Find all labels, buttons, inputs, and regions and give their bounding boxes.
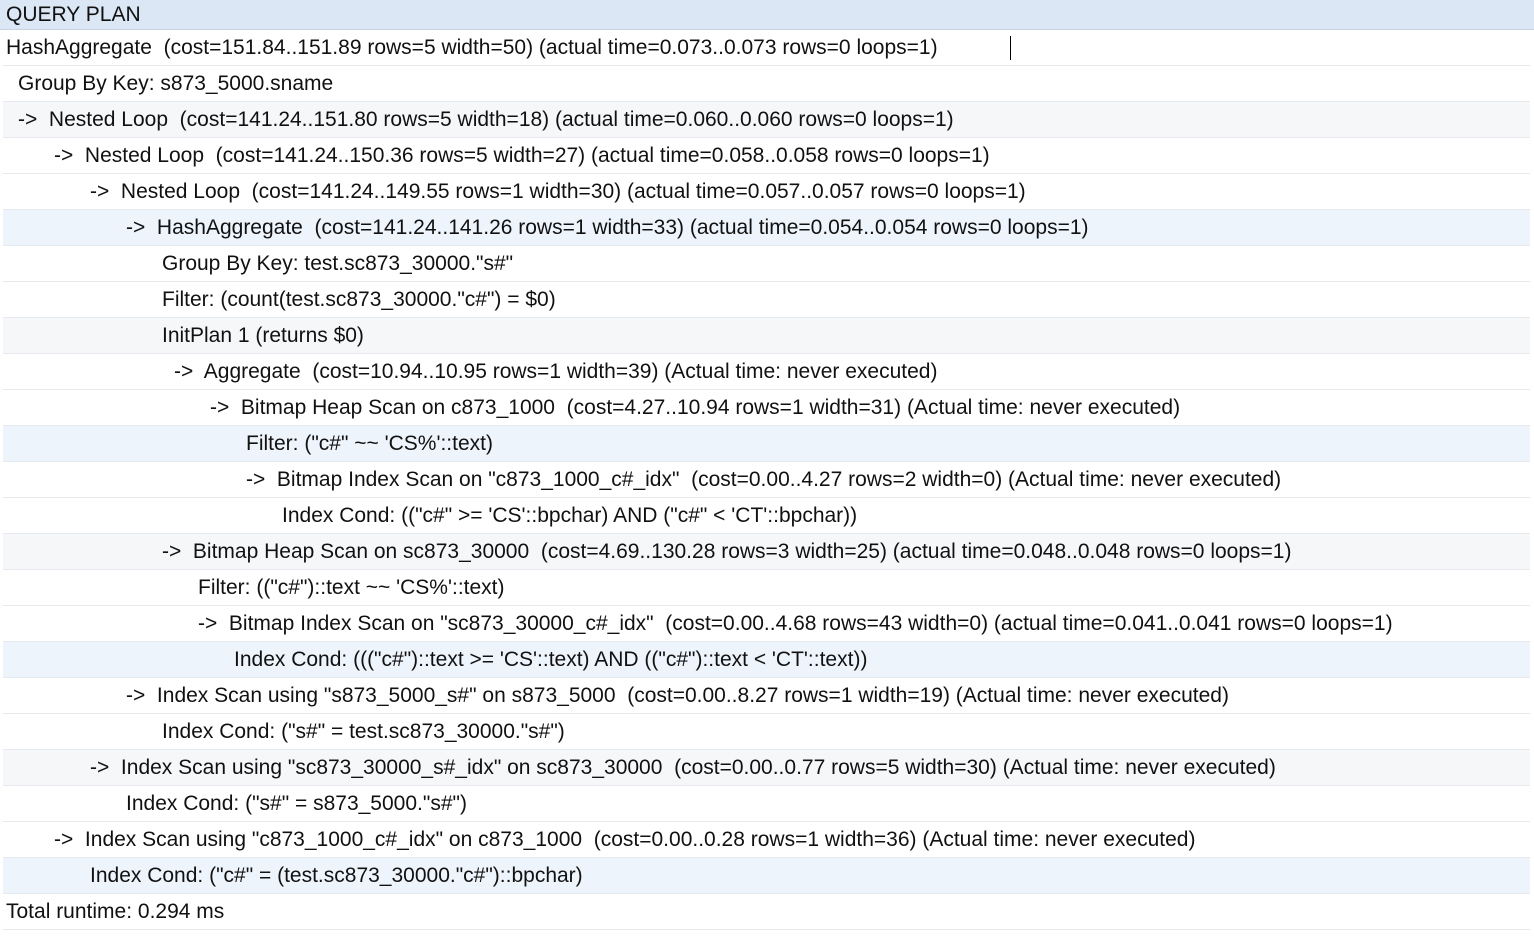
result-row[interactable]: Index Cond: ((("c#")::text >= 'CS'::text… <box>3 642 1530 678</box>
result-row[interactable]: InitPlan 1 (returns $0) <box>3 318 1530 354</box>
result-row[interactable]: -> Aggregate (cost=10.94..10.95 rows=1 w… <box>3 354 1530 390</box>
plan-line: -> Nested Loop (cost=141.24..149.55 rows… <box>90 180 1026 203</box>
result-row[interactable]: Group By Key: test.sc873_30000."s#" <box>3 246 1530 282</box>
result-row[interactable]: -> Index Scan using "c873_1000_c#_idx" o… <box>3 822 1530 858</box>
plan-line: Total runtime: 0.294 ms <box>6 900 225 923</box>
plan-line: -> Bitmap Index Scan on "sc873_30000_c#_… <box>198 612 1393 635</box>
plan-line: Index Cond: ("s#" = test.sc873_30000."s#… <box>162 720 565 743</box>
result-row[interactable]: -> Nested Loop (cost=141.24..151.80 rows… <box>3 102 1530 138</box>
query-plan-grid: QUERY PLAN HashAggregate (cost=151.84..1… <box>0 0 1534 936</box>
result-row[interactable]: -> Nested Loop (cost=141.24..150.36 rows… <box>3 138 1530 174</box>
result-row[interactable]: HashAggregate (cost=151.84..151.89 rows=… <box>3 30 1530 66</box>
plan-line: -> HashAggregate (cost=141.24..141.26 ro… <box>126 216 1089 239</box>
result-row[interactable]: Total runtime: 0.294 ms <box>3 894 1530 930</box>
column-header[interactable]: QUERY PLAN <box>0 0 1534 30</box>
result-row[interactable]: Filter: ("c#" ~~ 'CS%'::text) <box>3 426 1530 462</box>
plan-line: Index Cond: ((("c#")::text >= 'CS'::text… <box>234 648 868 671</box>
result-row[interactable]: -> Index Scan using "sc873_30000_s#_idx"… <box>3 750 1530 786</box>
plan-line: -> Aggregate (cost=10.94..10.95 rows=1 w… <box>174 360 938 383</box>
plan-line: Filter: (("c#")::text ~~ 'CS%'::text) <box>198 576 505 599</box>
plan-line: -> Bitmap Index Scan on "c873_1000_c#_id… <box>246 468 1282 491</box>
result-row[interactable]: Index Cond: ("s#" = test.sc873_30000."s#… <box>3 714 1530 750</box>
result-row[interactable]: Index Cond: (("c#" >= 'CS'::bpchar) AND … <box>3 498 1530 534</box>
plan-line: -> Index Scan using "sc873_30000_s#_idx"… <box>90 756 1276 779</box>
result-row[interactable]: -> Bitmap Index Scan on "c873_1000_c#_id… <box>3 462 1530 498</box>
result-row[interactable]: -> Bitmap Heap Scan on c873_1000 (cost=4… <box>3 390 1530 426</box>
plan-line: -> Nested Loop (cost=141.24..150.36 rows… <box>54 144 990 167</box>
result-row[interactable]: Filter: (("c#")::text ~~ 'CS%'::text) <box>3 570 1530 606</box>
plan-line: -> Bitmap Heap Scan on c873_1000 (cost=4… <box>210 396 1181 419</box>
plan-line: Group By Key: test.sc873_30000."s#" <box>162 252 514 275</box>
plan-line: -> Index Scan using "c873_1000_c#_idx" o… <box>54 828 1196 851</box>
result-row[interactable]: -> Bitmap Heap Scan on sc873_30000 (cost… <box>3 534 1530 570</box>
plan-line: Index Cond: ("c#" = (test.sc873_30000."c… <box>90 864 583 887</box>
plan-line: -> Nested Loop (cost=141.24..151.80 rows… <box>18 108 954 131</box>
result-row[interactable]: -> Bitmap Index Scan on "sc873_30000_c#_… <box>3 606 1530 642</box>
plan-line: -> Bitmap Heap Scan on sc873_30000 (cost… <box>162 540 1292 563</box>
plan-line: HashAggregate (cost=151.84..151.89 rows=… <box>6 36 938 59</box>
plan-line: Filter: ("c#" ~~ 'CS%'::text) <box>246 432 493 455</box>
result-row[interactable]: Index Cond: ("c#" = (test.sc873_30000."c… <box>3 858 1530 894</box>
result-row[interactable]: -> HashAggregate (cost=141.24..141.26 ro… <box>3 210 1530 246</box>
plan-line: Group By Key: s873_5000.sname <box>18 72 334 95</box>
plan-line: Filter: (count(test.sc873_30000."c#") = … <box>162 288 556 311</box>
plan-line: -> Index Scan using "s873_5000_s#" on s8… <box>126 684 1229 707</box>
result-row[interactable]: -> Index Scan using "s873_5000_s#" on s8… <box>3 678 1530 714</box>
result-row[interactable]: Group By Key: s873_5000.sname <box>3 66 1530 102</box>
plan-line: Index Cond: ("s#" = s873_5000."s#") <box>126 792 467 815</box>
result-row[interactable]: Filter: (count(test.sc873_30000."c#") = … <box>3 282 1530 318</box>
plan-line: InitPlan 1 (returns $0) <box>162 324 364 347</box>
column-header-label: QUERY PLAN <box>6 3 141 26</box>
result-row[interactable]: Index Cond: ("s#" = s873_5000."s#") <box>3 786 1530 822</box>
result-row[interactable]: -> Nested Loop (cost=141.24..149.55 rows… <box>3 174 1530 210</box>
plan-line: Index Cond: (("c#" >= 'CS'::bpchar) AND … <box>282 504 858 527</box>
text-cursor <box>1010 36 1011 60</box>
